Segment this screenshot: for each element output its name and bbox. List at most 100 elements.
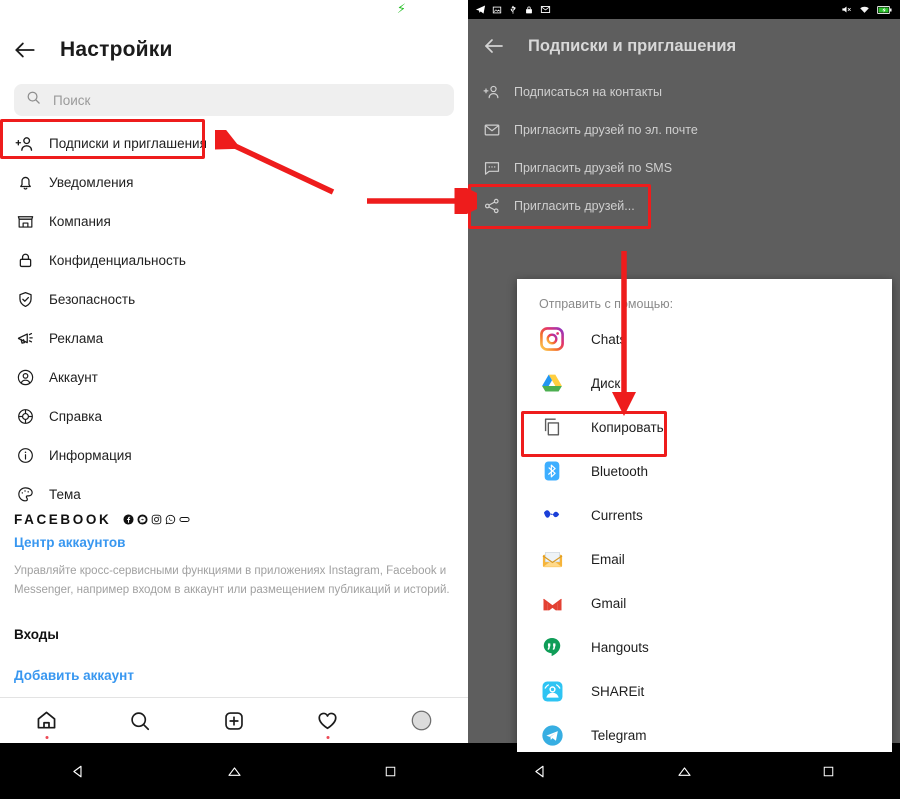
add-person-icon — [14, 133, 36, 155]
share-target-hangouts[interactable]: Hangouts — [517, 625, 892, 669]
lifebuoy-icon — [14, 406, 36, 428]
share-target-copy[interactable]: Копировать — [517, 405, 892, 449]
share-target-shareit[interactable]: SHAREit — [517, 669, 892, 713]
tab-activity[interactable] — [302, 701, 354, 741]
sidebar-item-label: Тема — [49, 487, 81, 502]
android-recents-icon[interactable] — [366, 754, 414, 788]
facebook-icon — [123, 514, 134, 525]
sidebar-item-label: Информация — [49, 448, 132, 463]
palette-icon — [14, 484, 36, 506]
sidebar-item-label: Уведомления — [49, 175, 134, 190]
google-drive-icon — [539, 370, 565, 396]
android-back-icon[interactable] — [54, 754, 102, 788]
share-sheet-title: Отправить с помощью: — [539, 297, 674, 311]
share-target-label: Hangouts — [591, 639, 649, 655]
bolt-icon: ⚡ — [396, 1, 406, 16]
facebook-section: FACEBOOK Центр аккаунтов Управляйте крос… — [14, 512, 454, 600]
envelope-icon — [482, 120, 502, 140]
whatsapp-icon — [166, 514, 176, 525]
share-target-chats[interactable]: Chats — [517, 317, 892, 361]
lock-icon — [526, 5, 532, 13]
share-target-label: Копировать — [591, 419, 664, 435]
back-arrow-icon[interactable] — [12, 37, 38, 63]
sidebar-item-label: Подписки и приглашения — [49, 136, 207, 151]
email-icon — [539, 546, 565, 572]
sidebar-item-theme[interactable]: Тема — [0, 475, 468, 514]
mail-icon — [540, 6, 551, 13]
page-title: Настройки — [60, 38, 173, 61]
sidebar-item-privacy[interactable]: Конфиденциальность — [0, 241, 468, 280]
share-target-label: Bluetooth — [591, 463, 649, 479]
facebook-wordmark: FACEBOOK — [14, 512, 112, 527]
facebook-description: Управляйте кросс-сервисными функциями в … — [14, 565, 450, 596]
sidebar-item-company[interactable]: Компания — [0, 202, 468, 241]
account-circle-icon — [14, 367, 36, 389]
share-target-email[interactable]: Email — [517, 537, 892, 581]
home-badge-dot — [45, 735, 49, 739]
android-recents-icon[interactable] — [804, 754, 852, 788]
back-arrow-icon[interactable] — [482, 34, 506, 58]
sidebar-item-label: Аккаунт — [49, 370, 98, 385]
megaphone-icon — [14, 328, 36, 350]
invites-menu-list: Подписаться на контакты Пригласить друзе… — [468, 73, 900, 225]
facebook-brand-row: FACEBOOK — [14, 512, 454, 527]
sidebar-item-subscriptions[interactable]: Подписки и приглашения — [0, 124, 468, 163]
facebook-family-logos — [123, 514, 190, 525]
profile-avatar-icon — [411, 710, 431, 731]
accounts-center-link[interactable]: Центр аккаунтов — [14, 535, 454, 550]
bluetooth-icon — [539, 458, 565, 484]
sidebar-item-label: Компания — [49, 214, 111, 229]
share-target-bluetooth[interactable]: Bluetooth — [517, 449, 892, 493]
share-target-currents[interactable]: Currents — [517, 493, 892, 537]
tab-home[interactable] — [21, 701, 73, 741]
portal-icon — [179, 517, 190, 522]
menu-item-follow-contacts[interactable]: Подписаться на контакты — [468, 73, 900, 111]
sidebar-item-help[interactable]: Справка — [0, 397, 468, 436]
search-bar[interactable] — [14, 84, 454, 116]
page-title: Подписки и приглашения — [528, 36, 737, 55]
share-target-label: Gmail — [591, 595, 627, 611]
invites-header: Подписки и приглашения — [468, 19, 900, 73]
battery-charging-icon — [877, 5, 892, 14]
sidebar-item-label: Справка — [49, 409, 102, 424]
menu-item-invite-email[interactable]: Пригласить друзей по эл. почте — [468, 111, 900, 149]
sidebar-item-info[interactable]: Информация — [0, 436, 468, 475]
screenshot-icon — [492, 6, 502, 13]
tab-add-post[interactable] — [208, 701, 260, 741]
search-icon — [131, 711, 150, 730]
sidebar-item-security[interactable]: Безопасность — [0, 280, 468, 319]
menu-item-invite-sms[interactable]: Пригласить друзей по SMS — [468, 149, 900, 187]
share-target-gmail[interactable]: Gmail — [517, 581, 892, 625]
left-status-bar: ⚡ — [0, 0, 468, 19]
share-target-label: Currents — [591, 507, 643, 523]
share-target-drive[interactable]: Диск — [517, 361, 892, 405]
search-icon — [26, 90, 41, 110]
instagram-tabbar — [0, 697, 468, 743]
menu-item-label: Подписаться на контакты — [514, 85, 663, 99]
gmail-icon — [539, 590, 565, 616]
tab-profile[interactable] — [395, 701, 447, 741]
sidebar-item-notifications[interactable]: Уведомления — [0, 163, 468, 202]
heart-icon — [318, 712, 337, 730]
telegram-icon — [539, 722, 565, 748]
tab-search[interactable] — [114, 701, 166, 741]
search-input[interactable] — [53, 92, 423, 108]
store-icon — [14, 211, 36, 233]
add-account-link[interactable]: Добавить аккаунт — [14, 668, 134, 683]
sms-bubble-icon — [482, 158, 502, 178]
share-target-telegram[interactable]: Telegram — [517, 713, 892, 752]
share-sheet-dialog: Отправить с помощью: Chats Диск Копирова… — [517, 279, 892, 752]
sidebar-item-label: Реклама — [49, 331, 104, 346]
bell-icon — [14, 172, 36, 194]
android-back-icon[interactable] — [516, 754, 564, 788]
left-phone-screen: ⚡ Настройки Поиск Подписки и приглашения… — [0, 0, 468, 799]
menu-item-invite-friends-share[interactable]: Пригласить друзей... — [468, 187, 900, 225]
sidebar-item-label: Конфиденциальность — [49, 253, 186, 268]
logins-heading: Входы — [14, 627, 59, 642]
sidebar-item-account[interactable]: Аккаунт — [0, 358, 468, 397]
menu-item-label: Пригласить друзей по эл. почте — [514, 123, 698, 137]
sidebar-item-ads[interactable]: Реклама — [0, 319, 468, 358]
android-home-icon[interactable] — [210, 754, 258, 788]
android-home-icon[interactable] — [660, 754, 708, 788]
share-icon — [482, 196, 502, 216]
